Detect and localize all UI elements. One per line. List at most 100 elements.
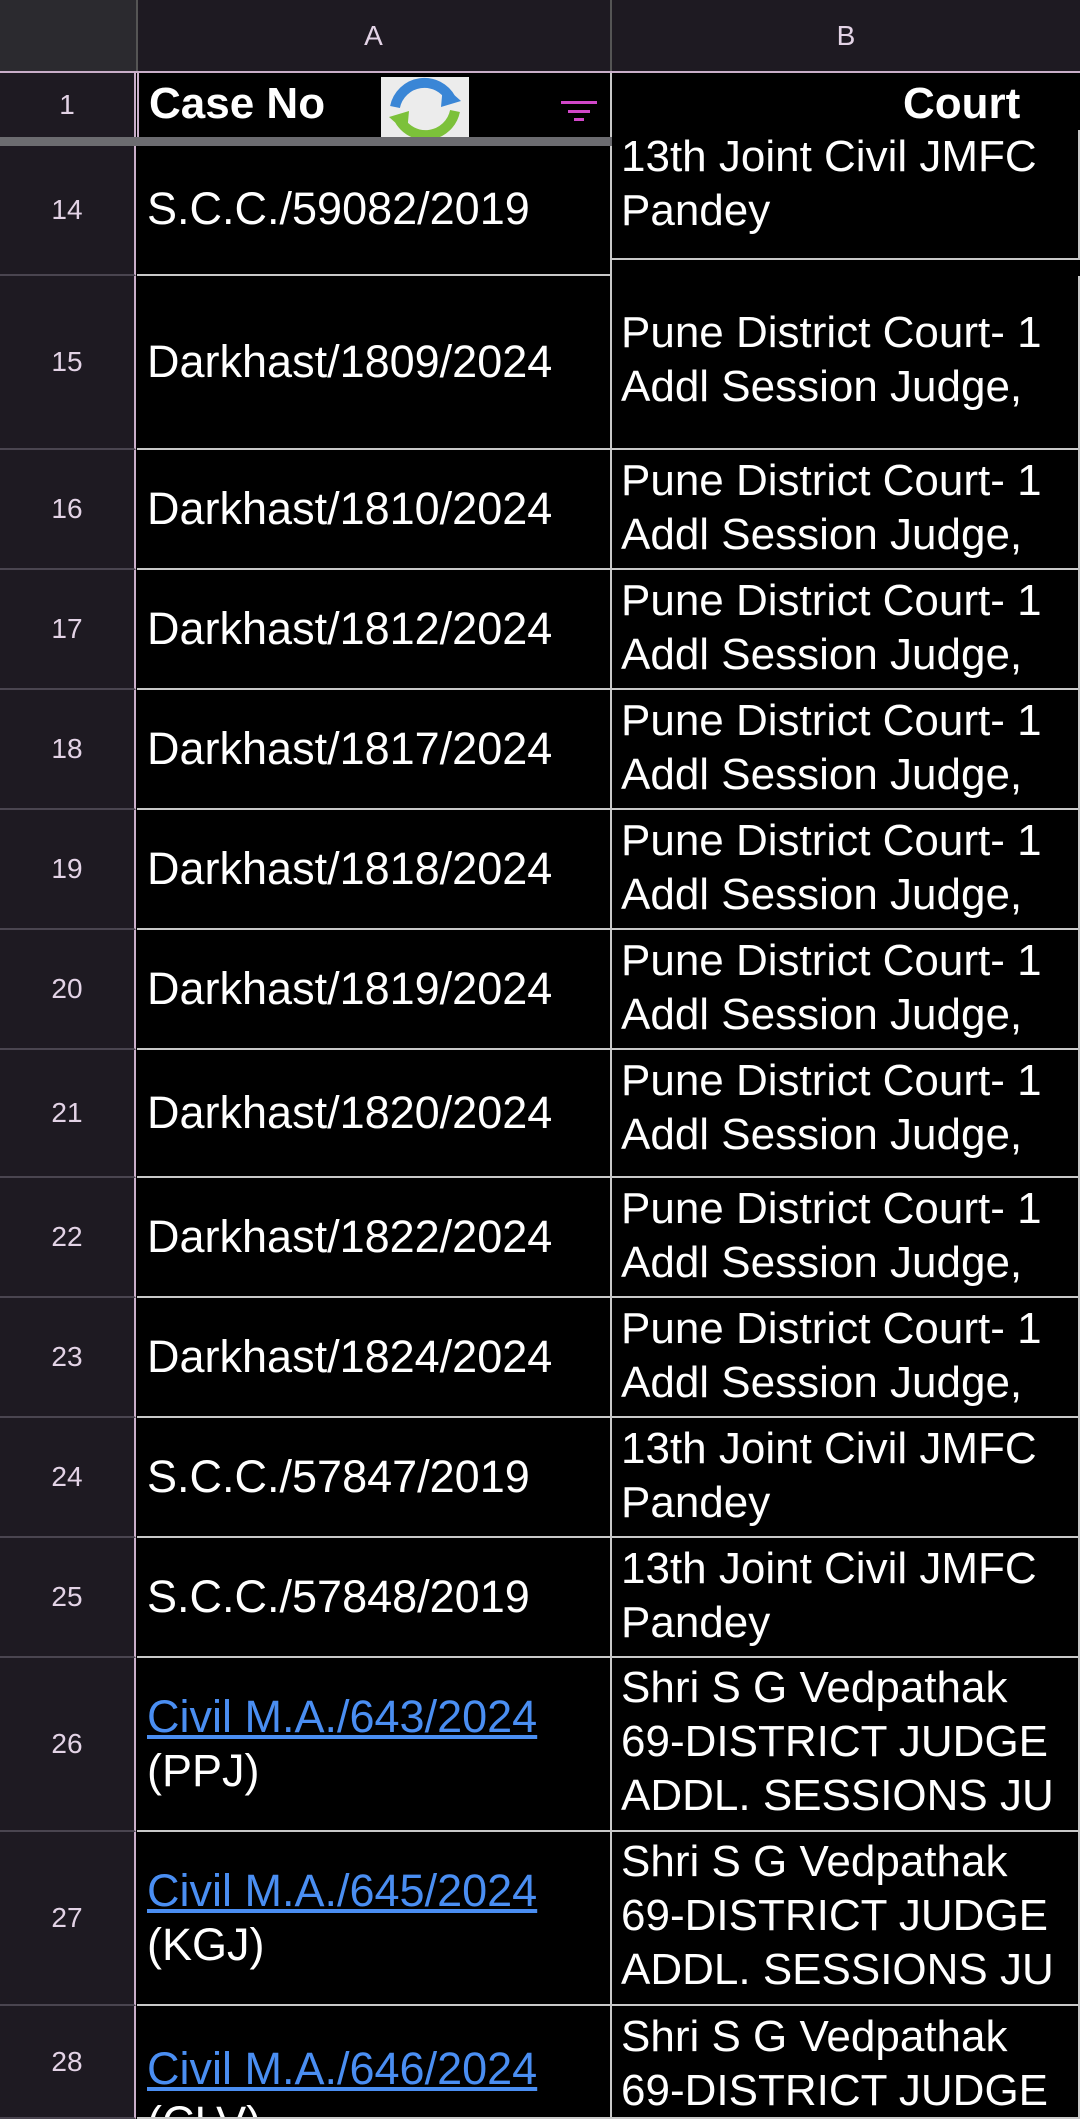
court-line: ADDL. SESSIONS JU <box>621 1945 1054 1994</box>
court-cell[interactable]: 13th Joint Civil JMFC Pandey <box>612 1418 1080 1538</box>
court-line: Addl Session Judge, <box>621 750 1023 799</box>
court-line: 13th Joint Civil JMFC <box>621 1544 1037 1593</box>
court-line: Pune District Court- 1 <box>621 308 1042 357</box>
row-header[interactable]: 15 <box>0 276 136 450</box>
court-cell[interactable]: Shri S G Vedpathak 69-DISTRICT JUDGE ADDL.… <box>612 1658 1080 1832</box>
court-line: Addl Session Judge, <box>621 990 1023 1039</box>
case-number: S.C.C./57847/2019 <box>147 1451 530 1502</box>
case-no-cell[interactable]: Darkhast/1820/2024 <box>137 1050 612 1178</box>
case-number: Darkhast/1824/2024 <box>147 1331 553 1382</box>
case-number: S.C.C./59082/2019 <box>147 183 530 234</box>
court-line: Addl Session Judge, <box>621 1358 1023 1407</box>
case-no-cell[interactable]: S.C.C./59082/2019 <box>137 146 612 276</box>
case-link[interactable]: Civil M.A./643/2024 <box>147 1690 610 1744</box>
row-header[interactable]: 20 <box>0 930 136 1050</box>
court-line: Pune District Court- 1 <box>621 1056 1042 1105</box>
case-number: S.C.C./57848/2019 <box>147 1571 530 1622</box>
court-cell[interactable]: Shri S G Vedpathak 69-DISTRICT JUDGE ADDL.… <box>612 1832 1080 2006</box>
court-header-label: Court <box>903 79 1021 128</box>
row-header[interactable]: 26 <box>0 1658 136 1832</box>
case-no-cell[interactable]: Civil M.A./646/2024(CLV) <box>137 2006 612 2119</box>
row-header[interactable]: 28 <box>0 2006 136 2119</box>
court-line: Shri S G Vedpathak <box>621 2012 1008 2061</box>
court-line: Addl Session Judge, <box>621 1110 1023 1159</box>
court-line: Shri S G Vedpathak <box>621 1663 1008 1712</box>
column-header-a[interactable]: A <box>137 0 612 71</box>
court-line: 69-DISTRICT JUDGE <box>621 2066 1049 2115</box>
court-cell[interactable]: 13th Joint Civil JMFC Pandey <box>612 1538 1080 1658</box>
court-line: Addl Session Judge, <box>621 362 1023 411</box>
case-no-cell[interactable]: Darkhast/1812/2024 <box>137 570 612 690</box>
court-cell[interactable]: Pune District Court- 1 Addl Session Judge… <box>612 276 1080 450</box>
case-number: Darkhast/1810/2024 <box>147 483 553 534</box>
row-header[interactable]: 22 <box>0 1178 136 1298</box>
row-header[interactable]: 23 <box>0 1298 136 1418</box>
row-header[interactable]: 14 <box>0 146 136 276</box>
court-line: Pune District Court- 1 <box>621 936 1042 985</box>
case-link[interactable]: Civil M.A./646/2024 <box>147 2042 610 2096</box>
column-header-b[interactable]: B <box>612 0 1080 71</box>
case-link[interactable]: Civil M.A./645/2024 <box>147 1864 610 1918</box>
court-line: Pandey <box>621 1478 771 1527</box>
case-number: Darkhast/1822/2024 <box>147 1211 553 1262</box>
court-line: Pandey <box>621 186 771 235</box>
case-number: Darkhast/1819/2024 <box>147 963 553 1014</box>
court-line: Pune District Court- 1 <box>621 696 1042 745</box>
court-cell[interactable]: Pune District Court- 1 Addl Session Judge… <box>612 570 1080 690</box>
court-cell[interactable]: Pune District Court- 1 Addl Session Judge… <box>612 690 1080 810</box>
column-header-bar: A B <box>0 0 1080 73</box>
case-no-cell[interactable]: S.C.C./57847/2019 <box>137 1418 612 1538</box>
case-suffix: (PPJ) <box>147 1745 260 1796</box>
row-header[interactable]: 27 <box>0 1832 136 2006</box>
court-line: Shri S G Vedpathak <box>621 1837 1008 1886</box>
court-cell[interactable]: Pune District Court- 1 Addl Session Judge… <box>612 930 1080 1050</box>
row-header-1[interactable]: 1 <box>0 73 136 139</box>
case-no-cell[interactable]: Darkhast/1824/2024 <box>137 1298 612 1418</box>
court-cell[interactable]: Shri S G Vedpathak 69-DISTRICT JUDGE <box>612 2006 1080 2119</box>
court-cell[interactable]: Pune District Court- 1 Addl Session Judge… <box>612 810 1080 930</box>
court-line: Addl Session Judge, <box>621 510 1023 559</box>
case-no-cell[interactable]: Civil M.A./643/2024 (PPJ) <box>137 1658 612 1832</box>
case-no-cell[interactable]: Civil M.A./645/2024 (KGJ) <box>137 1832 612 2006</box>
row-header[interactable]: 19 <box>0 810 136 930</box>
case-no-cell[interactable]: S.C.C./57848/2019 <box>137 1538 612 1658</box>
court-line: Pandey <box>621 1598 771 1647</box>
court-line: Pune District Court- 1 <box>621 1184 1042 1233</box>
case-no-cell[interactable]: Darkhast/1822/2024 <box>137 1178 612 1298</box>
row-header[interactable]: 25 <box>0 1538 136 1658</box>
filter-icon[interactable] <box>559 99 599 123</box>
court-line: Pune District Court- 1 <box>621 1304 1042 1353</box>
spreadsheet: A B 1 Case No Court 14 S.C.C./59082/2019 1… <box>0 0 1080 2119</box>
case-number: Darkhast/1812/2024 <box>147 603 553 654</box>
case-no-cell[interactable]: Darkhast/1817/2024 <box>137 690 612 810</box>
case-number: Darkhast/1820/2024 <box>147 1087 553 1138</box>
court-line: Addl Session Judge, <box>621 1238 1023 1287</box>
row-header[interactable]: 21 <box>0 1050 136 1178</box>
case-no-cell[interactable]: Darkhast/1809/2024 <box>137 276 612 450</box>
court-cell[interactable]: Pune District Court- 1 Addl Session Judge… <box>612 1298 1080 1418</box>
court-line: ADDL. SESSIONS JU <box>621 1771 1054 1820</box>
header-cell-case-no[interactable]: Case No <box>137 73 612 139</box>
court-line: Pune District Court- 1 <box>621 456 1042 505</box>
court-line: Pune District Court- 1 <box>621 816 1042 865</box>
case-no-cell[interactable]: Darkhast/1819/2024 <box>137 930 612 1050</box>
case-number: Darkhast/1817/2024 <box>147 723 553 774</box>
case-suffix: (CLV) <box>147 2096 610 2117</box>
row-header[interactable]: 18 <box>0 690 136 810</box>
row-header[interactable]: 16 <box>0 450 136 570</box>
court-line: 69-DISTRICT JUDGE <box>621 1717 1049 1766</box>
court-cell[interactable]: Pune District Court- 1 Addl Session Judge… <box>612 1050 1080 1178</box>
case-suffix: (KGJ) <box>147 1919 265 1970</box>
court-cell[interactable]: 13th Joint Civil JMFC Pandey <box>612 130 1080 260</box>
court-line: 13th Joint Civil JMFC <box>621 1424 1037 1473</box>
refresh-icon[interactable] <box>381 77 469 139</box>
case-no-cell[interactable]: Darkhast/1810/2024 <box>137 450 612 570</box>
row-header[interactable]: 17 <box>0 570 136 690</box>
court-line: 13th Joint Civil JMFC <box>621 132 1037 181</box>
select-all-corner[interactable] <box>0 0 138 71</box>
court-cell[interactable]: Pune District Court- 1 Addl Session Judge… <box>612 1178 1080 1298</box>
row-header[interactable]: 24 <box>0 1418 136 1538</box>
court-cell[interactable]: Pune District Court- 1 Addl Session Judge… <box>612 450 1080 570</box>
court-line: 69-DISTRICT JUDGE <box>621 1891 1049 1940</box>
case-no-cell[interactable]: Darkhast/1818/2024 <box>137 810 612 930</box>
